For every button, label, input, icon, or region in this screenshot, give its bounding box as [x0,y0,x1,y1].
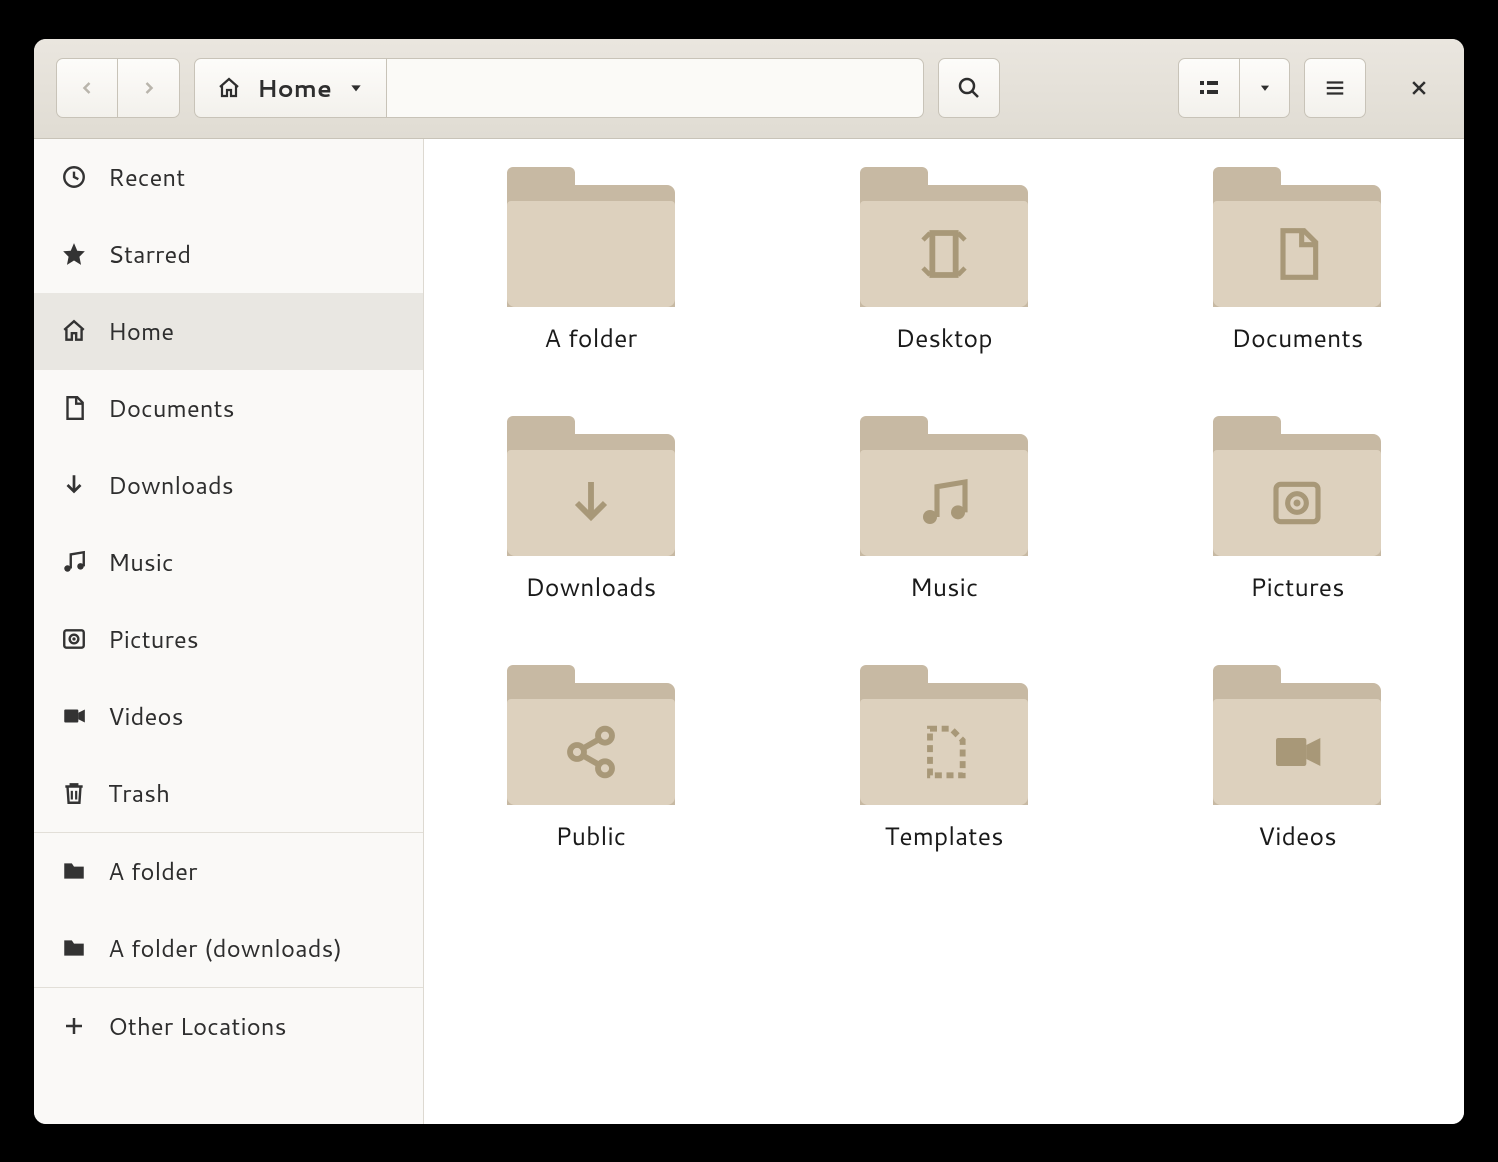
sidebar-item-pictures[interactable]: Pictures [34,601,423,678]
sidebar-item-label: Pictures [108,622,199,656]
view-options-button[interactable] [1240,58,1290,118]
triangle-down-icon [348,80,364,96]
forward-button[interactable] [118,58,180,118]
hamburger-menu-button[interactable] [1304,58,1366,118]
search-icon [957,76,981,100]
folder-item[interactable]: Documents [1197,167,1397,356]
path-bar: Home [194,58,924,118]
window-close-button[interactable] [1396,65,1442,111]
folder-icon [60,935,88,961]
folder-label: A folder [544,321,637,356]
videos-icon [60,703,88,729]
path-location-label: Home [257,71,332,105]
sidebar-item-recent[interactable]: Recent [34,139,423,216]
sidebar-item-label: A folder (downloads) [108,931,342,965]
folder-label: Documents [1231,321,1363,356]
folder-item[interactable]: Music [844,416,1044,605]
plus-icon [60,1014,88,1038]
folder-label: Templates [884,819,1003,854]
list-view-icon [1197,76,1221,100]
search-button[interactable] [938,58,1000,118]
hamburger-icon [1324,77,1346,99]
titlebar: Home [34,39,1464,139]
folder-icon [507,665,675,805]
chevron-left-icon [77,78,97,98]
folder-item[interactable]: A folder [491,167,691,356]
sidebar-item-label: Videos [108,699,184,733]
view-mode-button[interactable] [1178,58,1240,118]
sidebar-item-label: Music [108,545,174,579]
chevron-right-icon [139,78,159,98]
pictures-icon [60,626,88,652]
folder-label: Downloads [525,570,656,605]
folder-item[interactable]: Public [491,665,691,854]
window-body: Recent Starred Home Documents Downloads … [34,139,1464,1124]
folder-grid: A folder Desktop Documents Downloads Mus… [474,167,1414,854]
home-icon [60,318,88,344]
close-icon [1409,78,1429,98]
sidebar-item-label: Other Locations [108,1009,287,1043]
sidebar-item-trash[interactable]: Trash [34,755,423,832]
folder-icon [1213,665,1381,805]
folder-item[interactable]: Templates [844,665,1044,854]
folder-icon [1213,416,1381,556]
sidebar-item-label: Documents [108,391,235,425]
folder-icon [60,858,88,884]
sidebar-item-documents[interactable]: Documents [34,370,423,447]
folder-item[interactable]: Pictures [1197,416,1397,605]
sidebar-item-home[interactable]: Home [34,293,423,370]
folder-icon [507,167,675,307]
file-manager-window: Home Recent Starred Home [34,39,1464,1124]
sidebar-item-videos[interactable]: Videos [34,678,423,755]
sidebar-item-label: Recent [108,160,185,194]
sidebar-item-label: Downloads [108,468,234,502]
home-icon [217,76,241,100]
sidebar-item-starred[interactable]: Starred [34,216,423,293]
folder-label: Music [910,570,978,605]
document-icon [60,395,88,421]
folder-icon [860,416,1028,556]
clock-icon [60,164,88,190]
folder-label: Desktop [895,321,992,356]
star-icon [60,241,88,267]
sidebar-other-locations[interactable]: Other Locations [34,988,423,1065]
nav-buttons [56,58,180,118]
download-icon [60,472,88,498]
folder-item[interactable]: Downloads [491,416,691,605]
view-buttons [1178,58,1290,118]
folder-label: Pictures [1250,570,1344,605]
back-button[interactable] [56,58,118,118]
sidebar-item-label: A folder [108,854,197,888]
folder-label: Public [555,819,626,854]
sidebar-bookmark[interactable]: A folder (downloads) [34,910,423,987]
trash-icon [60,780,88,806]
folder-item[interactable]: Desktop [844,167,1044,356]
triangle-down-icon [1258,81,1272,95]
sidebar: Recent Starred Home Documents Downloads … [34,139,424,1124]
sidebar-item-music[interactable]: Music [34,524,423,601]
sidebar-item-label: Starred [108,237,191,271]
sidebar-bookmark[interactable]: A folder [34,833,423,910]
sidebar-item-label: Trash [108,776,170,810]
folder-icon [860,665,1028,805]
folder-item[interactable]: Videos [1197,665,1397,854]
folder-icon [1213,167,1381,307]
path-location-button[interactable]: Home [194,58,387,118]
sidebar-item-downloads[interactable]: Downloads [34,447,423,524]
folder-icon [507,416,675,556]
content-view[interactable]: A folder Desktop Documents Downloads Mus… [424,139,1464,1124]
music-icon [60,549,88,575]
path-entry[interactable] [387,58,924,118]
folder-label: Videos [1258,819,1337,854]
folder-icon [860,167,1028,307]
sidebar-item-label: Home [108,314,174,348]
